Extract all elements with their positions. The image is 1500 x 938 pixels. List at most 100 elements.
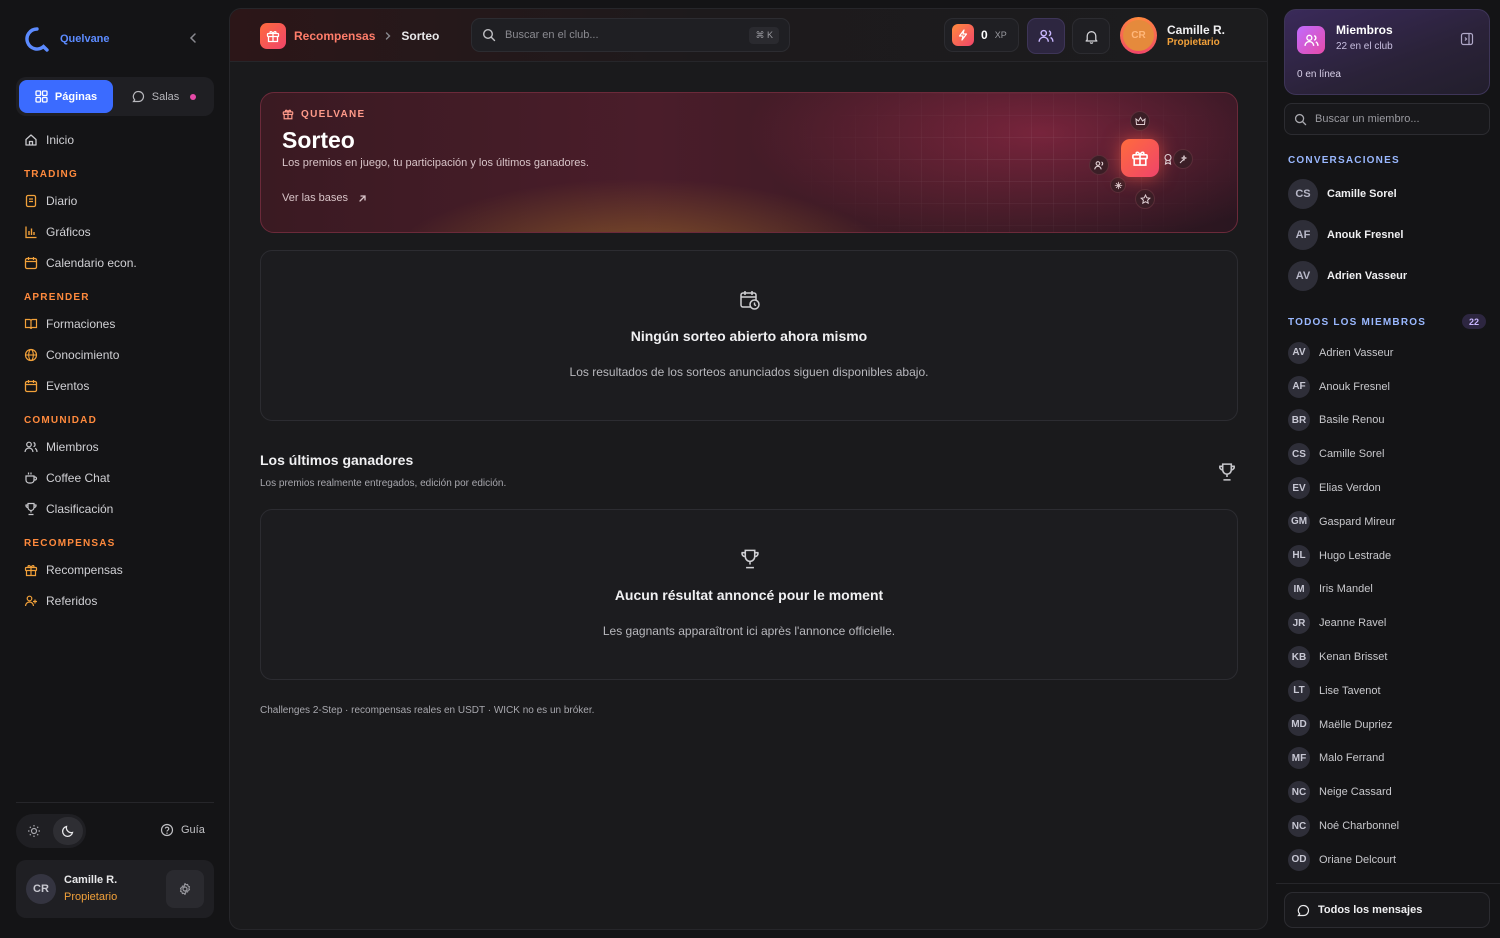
search-shortcut: ⌘ K xyxy=(749,26,779,44)
collapse-sidebar-icon[interactable] xyxy=(186,31,200,45)
empty-state-subtitle: Les gagnants apparaîtront ici après l'an… xyxy=(602,624,896,638)
search-input[interactable] xyxy=(505,29,741,41)
conversation-item[interactable]: AF Anouk Fresnel xyxy=(1288,214,1488,255)
rules-link[interactable]: Ver las bases xyxy=(282,192,368,204)
topbar-user-menu[interactable]: CR Camille R. Propietario xyxy=(1120,17,1225,54)
member-name: Adrien Vasseur xyxy=(1319,346,1394,359)
member-name: Kenan Brisset xyxy=(1319,651,1388,664)
member-name: Gaspard Mireur xyxy=(1319,515,1396,528)
gear-icon xyxy=(178,882,192,896)
member-name: Noé Charbonnel xyxy=(1319,820,1400,833)
sidebar-item-diario[interactable]: Diario xyxy=(16,185,214,216)
all-messages-button[interactable]: Todos los mensajes xyxy=(1284,892,1490,928)
moon-icon[interactable] xyxy=(53,817,83,845)
brand[interactable]: Quelvane xyxy=(24,26,110,52)
member-search-input[interactable] xyxy=(1315,113,1480,125)
avatar: JR xyxy=(1288,612,1310,635)
avatar: NC xyxy=(1288,781,1310,804)
club-search: ⌘ K xyxy=(471,18,790,52)
all-messages-label: Todos los mensajes xyxy=(1318,904,1423,916)
tab-pages[interactable]: Páginas xyxy=(19,80,113,113)
sidebar-item-miembros[interactable]: Miembros xyxy=(16,431,214,462)
xp-badge[interactable]: 0 XP xyxy=(944,18,1019,52)
chat-bubble-icon xyxy=(1297,904,1310,917)
sidebar-item-calendario[interactable]: Calendario econ. xyxy=(16,247,214,278)
main-content: Recompensas Sorteo ⌘ K 0 XP CR Camille R… xyxy=(229,8,1268,930)
topbar: Recompensas Sorteo ⌘ K 0 XP CR Camille R… xyxy=(230,9,1267,62)
avatar: AV xyxy=(1288,341,1310,364)
award-icon xyxy=(1162,153,1174,165)
xp-unit: XP xyxy=(994,30,1007,40)
globe-icon xyxy=(24,348,38,362)
sidebar-item-clasificacion[interactable]: Clasificación xyxy=(16,493,214,524)
conversation-item[interactable]: AV Adrien Vasseur xyxy=(1288,255,1488,296)
member-item[interactable]: JR Jeanne Ravel xyxy=(1288,606,1488,640)
sidebar-item-formaciones[interactable]: Formaciones xyxy=(16,308,214,339)
member-item[interactable]: HL Hugo Lestrade xyxy=(1288,539,1488,573)
member-item[interactable]: KB Kenan Brisset xyxy=(1288,640,1488,674)
page-title: Sorteo xyxy=(282,127,355,153)
brand-name: Quelvane xyxy=(60,33,110,45)
tab-rooms[interactable]: Salas xyxy=(117,80,211,113)
avatar: NC xyxy=(1288,815,1310,838)
tab-pages-label: Páginas xyxy=(54,90,98,103)
sidebar-item-recompensas[interactable]: Recompensas xyxy=(16,554,214,585)
member-name: Anouk Fresnel xyxy=(1319,380,1390,393)
member-item[interactable]: MF Malo Ferrand xyxy=(1288,742,1488,776)
sidebar-item-inicio[interactable]: Inicio xyxy=(16,124,214,155)
sun-icon[interactable] xyxy=(19,817,49,845)
member-item[interactable]: LT Lise Tavenot xyxy=(1288,674,1488,708)
sidebar-item-graficos[interactable]: Gráficos xyxy=(16,216,214,247)
hero-illustration xyxy=(1085,107,1205,217)
sidebar-item-eventos[interactable]: Eventos xyxy=(16,370,214,401)
member-name: Elias Verdon xyxy=(1319,482,1381,495)
member-item[interactable]: EV Elias Verdon xyxy=(1288,471,1488,505)
member-name: Iris Mandel xyxy=(1319,583,1373,596)
conversation-name: Camille Sorel xyxy=(1327,187,1397,200)
sidebar-item-referidos[interactable]: Referidos xyxy=(16,585,214,616)
sidebar-item-conocimiento[interactable]: Conocimiento xyxy=(16,339,214,370)
notifications-button[interactable] xyxy=(1072,18,1110,54)
hero-kicker: QUELVANE xyxy=(282,108,365,120)
member-name: Hugo Lestrade xyxy=(1319,549,1392,562)
section-comunidad: COMUNIDAD xyxy=(24,415,98,426)
winners-section-title: Los últimos ganadores xyxy=(260,452,414,468)
breadcrumb: Recompensas Sorteo xyxy=(260,23,439,49)
member-item[interactable]: IM Iris Mandel xyxy=(1288,573,1488,607)
chevron-right-icon xyxy=(383,31,393,41)
conversation-item[interactable]: CS Camille Sorel xyxy=(1288,173,1488,214)
user-name: Camille R. xyxy=(1167,23,1226,37)
section-recompensas: RECOMPENSAS xyxy=(24,538,116,549)
member-item[interactable]: AV Adrien Vasseur xyxy=(1288,336,1488,370)
sidebar-item-coffee-chat[interactable]: Coffee Chat xyxy=(16,462,214,493)
member-item[interactable]: BR Basile Renou xyxy=(1288,404,1488,438)
sidebar-mode-switch: Páginas Salas xyxy=(16,77,214,116)
member-item[interactable]: GM Gaspard Mireur xyxy=(1288,505,1488,539)
crown-icon xyxy=(1130,111,1150,131)
sidebar-item-label: Eventos xyxy=(46,378,90,393)
member-item[interactable]: MD Maëlle Dupriez xyxy=(1288,708,1488,742)
hero-kicker-text: QUELVANE xyxy=(301,108,366,120)
member-name: Oriane Delcourt xyxy=(1319,853,1397,866)
search-icon xyxy=(1294,113,1307,126)
member-item[interactable]: OD Oriane Delcourt xyxy=(1288,843,1488,877)
chart-icon xyxy=(24,225,38,239)
star-icon xyxy=(1135,189,1155,209)
member-item[interactable]: NC Neige Cassard xyxy=(1288,775,1488,809)
bell-icon xyxy=(1084,29,1099,44)
member-item[interactable]: AF Anouk Fresnel xyxy=(1288,370,1488,404)
settings-button[interactable] xyxy=(166,870,204,908)
arrow-up-right-icon xyxy=(357,193,368,204)
winners-section-subtitle: Los premios realmente entregados, edició… xyxy=(260,478,507,489)
member-item[interactable]: CS Camille Sorel xyxy=(1288,437,1488,471)
guide-link[interactable]: Guía xyxy=(160,823,205,837)
breadcrumb-recompensas[interactable]: Recompensas xyxy=(294,29,375,43)
member-name: Lise Tavenot xyxy=(1319,684,1381,697)
member-name: Maëlle Dupriez xyxy=(1319,718,1393,731)
members-panel-button[interactable] xyxy=(1027,18,1065,54)
avatar: AF xyxy=(1288,219,1318,250)
panel-collapse-icon[interactable] xyxy=(1460,32,1474,46)
member-item[interactable]: NC Noé Charbonnel xyxy=(1288,809,1488,843)
avatar: AV xyxy=(1288,260,1318,291)
user-card[interactable]: CR Camille R. Propietario xyxy=(16,860,214,918)
